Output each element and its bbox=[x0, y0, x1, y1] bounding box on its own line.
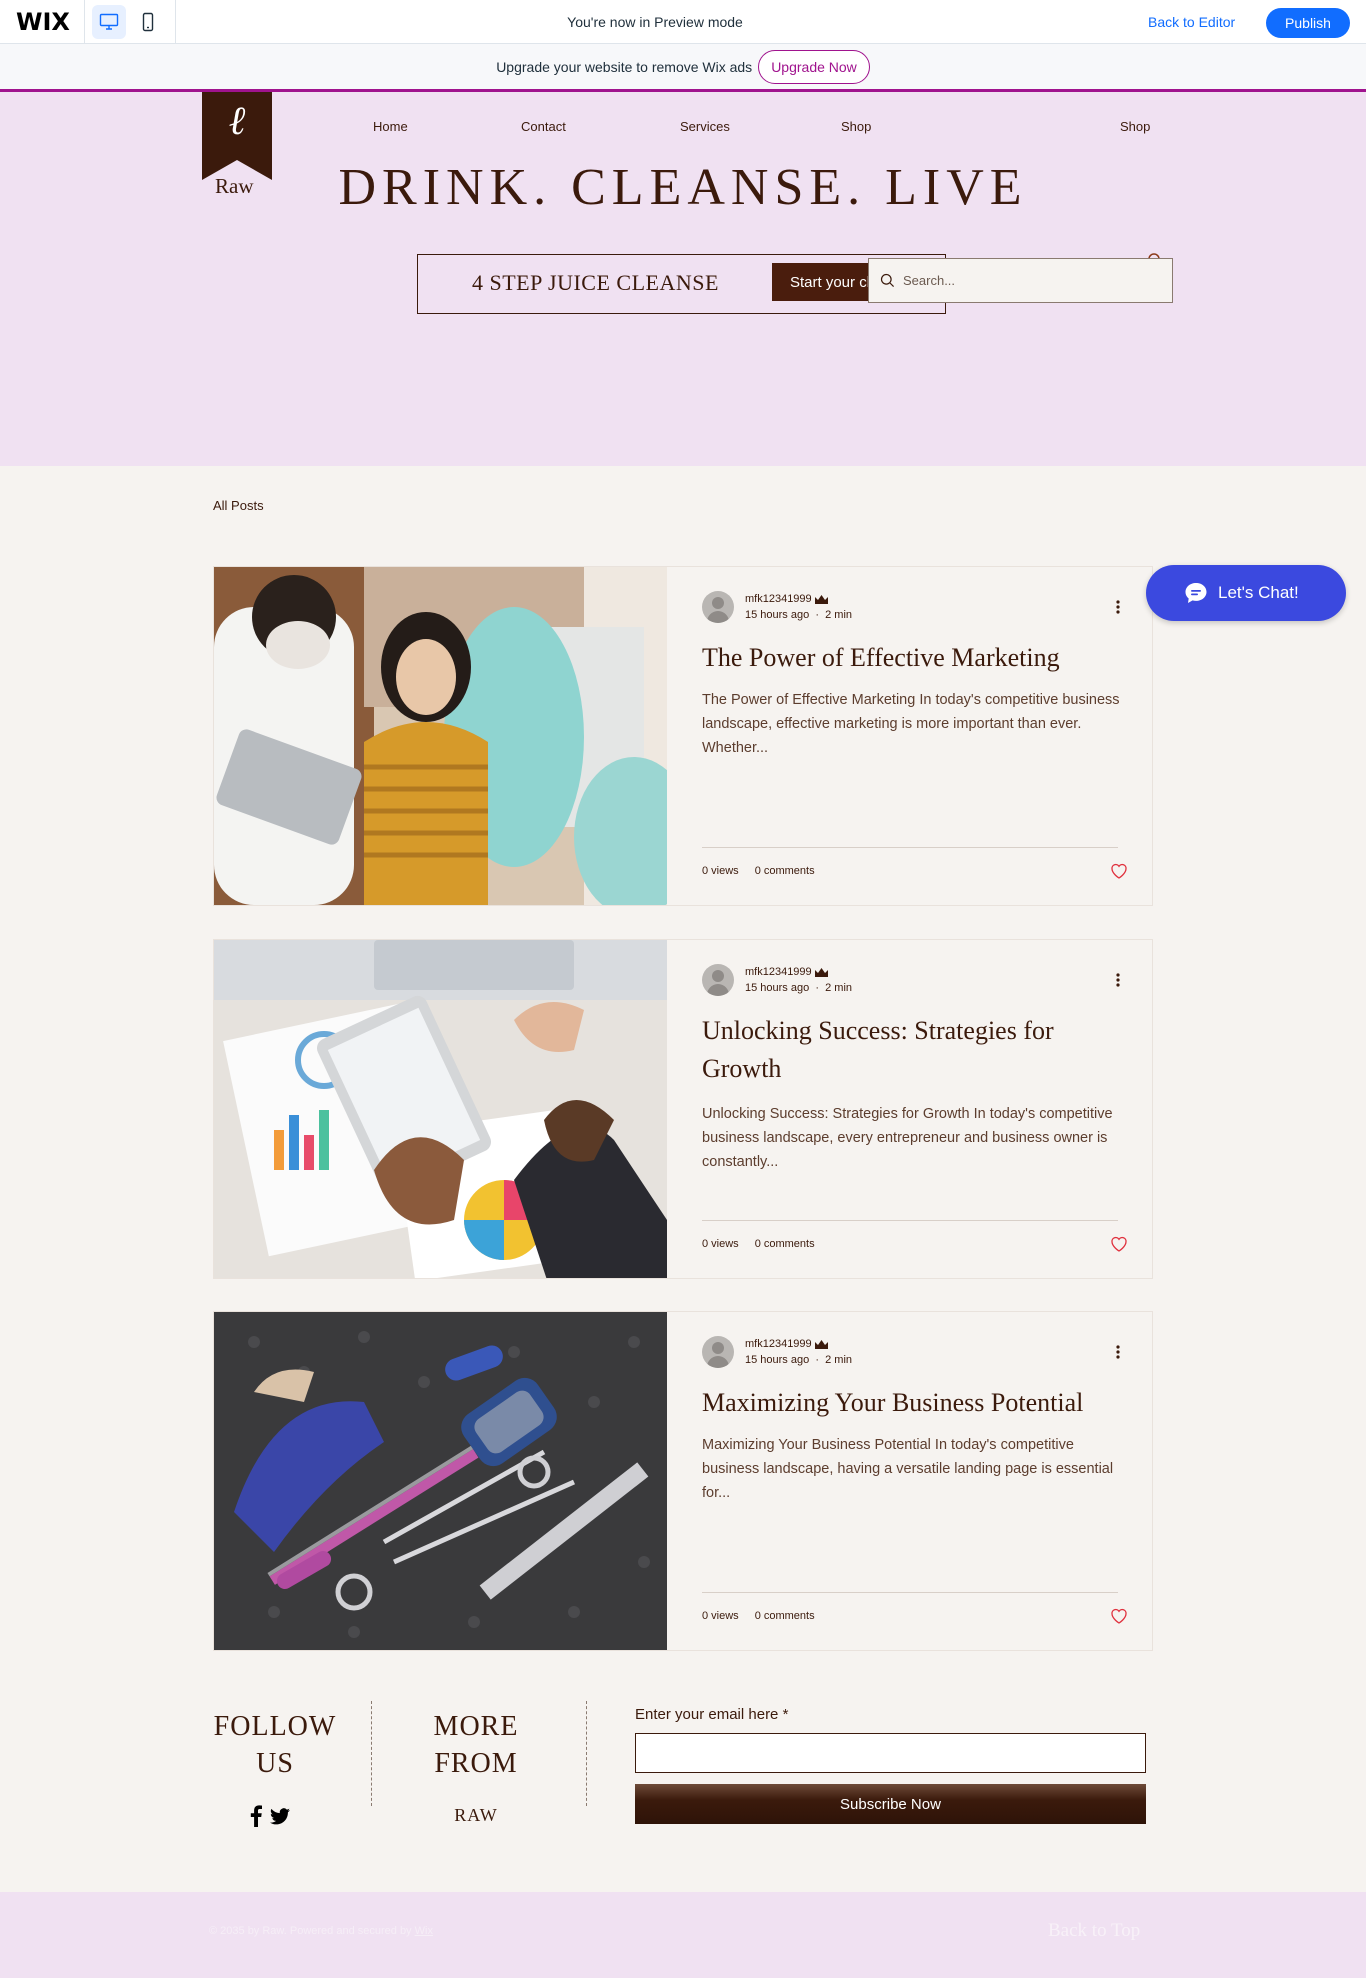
copyright-label: © 2035 by Raw. Powered and secured by bbox=[209, 1925, 412, 1937]
search-icon bbox=[880, 273, 895, 288]
nav-contact[interactable]: Contact bbox=[521, 119, 566, 134]
all-posts-tab[interactable]: All Posts bbox=[213, 498, 264, 513]
author-avatar[interactable] bbox=[702, 964, 734, 996]
author-name[interactable]: mfk12341999 bbox=[745, 1338, 812, 1350]
page-headline: DRINK. CLEANSE. LIVE bbox=[338, 159, 1028, 216]
author-name-row: mfk12341999 bbox=[745, 593, 828, 605]
author-avatar[interactable] bbox=[702, 1336, 734, 1368]
post-stats: 0 views 0 comments bbox=[702, 1238, 815, 1250]
post-meta: 15 hours ago · 2 min bbox=[745, 609, 853, 621]
post-comments[interactable]: 0 comments bbox=[755, 865, 815, 877]
post-comments[interactable]: 0 comments bbox=[755, 1610, 815, 1622]
post-meta: 15 hours ago · 2 min bbox=[745, 982, 853, 994]
nav-shop[interactable]: Shop bbox=[841, 119, 871, 134]
email-field[interactable] bbox=[635, 1733, 1146, 1773]
more-from-heading: MORE FROM bbox=[433, 1711, 519, 1779]
post-time: 15 hours ago bbox=[745, 609, 810, 621]
section-divider bbox=[586, 1701, 587, 1806]
post-divider bbox=[702, 1220, 1118, 1221]
post-content: mfk12341999 15 hours ago · 2 min Maximiz… bbox=[667, 1312, 1152, 1650]
subscribe-button[interactable]: Subscribe Now bbox=[635, 1784, 1146, 1824]
crown-icon bbox=[814, 594, 828, 604]
lets-chat-button[interactable]: Let's Chat! bbox=[1146, 565, 1346, 621]
wix-preview-bar: WIX You're now in Preview mode Back to E… bbox=[0, 0, 1366, 44]
post-more-button[interactable] bbox=[1108, 970, 1128, 990]
ads-banner: Upgrade your website to remove Wix ads U… bbox=[0, 44, 1366, 92]
post-more-button[interactable] bbox=[1108, 597, 1128, 617]
site-header: ℓ Raw Home Contact Services Shop Shop DR… bbox=[0, 92, 1366, 466]
author-avatar[interactable] bbox=[702, 591, 734, 623]
author-name-row: mfk12341999 bbox=[745, 966, 828, 978]
copyright-text: © 2035 by Raw. Powered and secured by Wi… bbox=[209, 1925, 433, 1937]
email-label: Enter your email here * bbox=[635, 1706, 789, 1723]
follow-us-heading: FOLLOW US bbox=[213, 1711, 337, 1779]
heart-icon[interactable] bbox=[1109, 1606, 1129, 1626]
author-name[interactable]: mfk12341999 bbox=[745, 966, 812, 978]
search-input[interactable] bbox=[903, 273, 1133, 288]
nav-home[interactable]: Home bbox=[373, 119, 408, 134]
post-views: 0 views bbox=[702, 1238, 739, 1250]
heart-icon[interactable] bbox=[1109, 861, 1129, 881]
post-content: mfk12341999 15 hours ago · 2 min The Pow… bbox=[667, 567, 1152, 905]
post-title[interactable]: The Power of Effective Marketing bbox=[702, 639, 1122, 677]
cleanse-banner: 4 STEP JUICE CLEANSE Start your cleanse bbox=[417, 254, 946, 314]
site-search[interactable] bbox=[868, 258, 1173, 303]
blog-post-card[interactable]: mfk12341999 15 hours ago · 2 min The Pow… bbox=[213, 566, 1153, 906]
raw-link[interactable]: RAW bbox=[414, 1805, 538, 1826]
heart-icon[interactable] bbox=[1109, 1234, 1129, 1254]
post-views: 0 views bbox=[702, 1610, 739, 1622]
site-footer: © 2035 by Raw. Powered and secured by Wi… bbox=[0, 1892, 1366, 1978]
upgrade-now-button[interactable]: Upgrade Now bbox=[758, 49, 870, 84]
post-excerpt: Unlocking Success: Strategies for Growth… bbox=[702, 1106, 1113, 1170]
more-icon bbox=[1116, 1345, 1120, 1359]
post-time: 15 hours ago bbox=[745, 982, 810, 994]
author-name-row: mfk12341999 bbox=[745, 1338, 828, 1350]
chat-label: Let's Chat! bbox=[1218, 583, 1299, 602]
social-links bbox=[250, 1805, 290, 1827]
ads-text: Upgrade your website to remove Wix ads bbox=[496, 58, 753, 75]
chat-icon bbox=[1185, 583, 1207, 603]
post-comments[interactable]: 0 comments bbox=[755, 1238, 815, 1250]
post-stats: 0 views 0 comments bbox=[702, 865, 815, 877]
post-image-dentist[interactable] bbox=[214, 567, 667, 905]
post-title[interactable]: Maximizing Your Business Potential bbox=[702, 1384, 1122, 1422]
logo-glyph: ℓ bbox=[229, 98, 246, 143]
post-time: 15 hours ago bbox=[745, 1354, 810, 1366]
post-excerpt: The Power of Effective Marketing In toda… bbox=[702, 692, 1120, 756]
post-more-button[interactable] bbox=[1108, 1342, 1128, 1362]
post-title[interactable]: Unlocking Success: Strategies for Growth bbox=[702, 1012, 1122, 1088]
crown-icon bbox=[814, 967, 828, 977]
blog-post-card[interactable]: mfk12341999 15 hours ago · 2 min Unlocki… bbox=[213, 939, 1153, 1279]
back-to-editor-link[interactable]: Back to Editor bbox=[1148, 14, 1235, 30]
preview-mode-text: You're now in Preview mode bbox=[567, 14, 743, 30]
back-to-top-link[interactable]: Back to Top bbox=[1048, 1920, 1140, 1942]
post-stats: 0 views 0 comments bbox=[702, 1610, 815, 1622]
post-divider bbox=[702, 1592, 1118, 1593]
post-excerpt: Maximizing Your Business Potential In to… bbox=[702, 1437, 1114, 1501]
nav-shop-2[interactable]: Shop bbox=[1120, 119, 1150, 134]
blog-post-card[interactable]: mfk12341999 15 hours ago · 2 min Maximiz… bbox=[213, 1311, 1153, 1651]
twitter-icon[interactable] bbox=[270, 1807, 290, 1825]
crown-icon bbox=[814, 1339, 828, 1349]
facebook-icon[interactable] bbox=[250, 1805, 262, 1827]
author-name[interactable]: mfk12341999 bbox=[745, 593, 812, 605]
section-divider bbox=[371, 1701, 372, 1806]
more-icon bbox=[1116, 973, 1120, 987]
cleanse-text: 4 STEP JUICE CLEANSE bbox=[472, 270, 719, 295]
post-image-barber-tools[interactable] bbox=[214, 1312, 667, 1650]
post-meta: 15 hours ago · 2 min bbox=[745, 1354, 853, 1366]
post-divider bbox=[702, 847, 1118, 848]
publish-button[interactable]: Publish bbox=[1266, 8, 1350, 38]
read-time: 2 min bbox=[825, 609, 853, 621]
nav-services[interactable]: Services bbox=[680, 119, 730, 134]
more-icon bbox=[1116, 600, 1120, 614]
read-time: 2 min bbox=[825, 1354, 853, 1366]
post-content: mfk12341999 15 hours ago · 2 min Unlocki… bbox=[667, 940, 1152, 1278]
post-views: 0 views bbox=[702, 865, 739, 877]
wix-link[interactable]: Wix bbox=[415, 1925, 433, 1937]
post-image-business[interactable] bbox=[214, 940, 667, 1278]
read-time: 2 min bbox=[825, 982, 853, 994]
